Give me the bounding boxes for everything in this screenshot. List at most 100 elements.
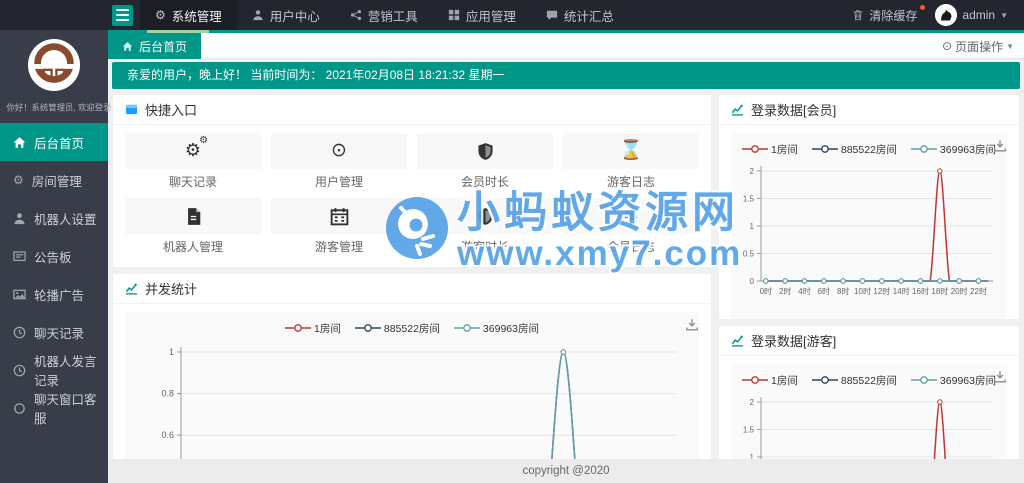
site-logo[interactable] [0,30,108,92]
topbar-right: 清除缓存 admin ▼ [852,4,1024,26]
shortcuts-grid: ⚙ ⚙ 聊天记录 ⊙ 用户管理 会员时长 ⌛ 游客日志 机器人管理 游客管理 游客时长 ❄ 会员日志 [125,133,699,263]
legend-item[interactable]: 369963房间 [910,373,996,388]
circle-icon [13,402,26,415]
legend-item[interactable]: 885522房间 [354,321,440,336]
card-title: 并发统计 [145,282,198,297]
svg-text:0.6: 0.6 [161,430,174,440]
shortcut-button[interactable]: ⚙ ⚙ [125,133,261,169]
topnav-item-5[interactable]: 统计汇总 [531,0,629,30]
topnav-item-4[interactable]: 应用管理 [433,0,531,30]
chart-legend: 1房间 885522房间 369963房间 [125,318,699,338]
guest-card-header: 登录数据[游客] [719,326,1019,356]
page-actions-dropdown[interactable]: ⊙ 页面操作 ▼ [942,33,1014,59]
image-icon [13,288,26,301]
tab-home[interactable]: 后台首页 [108,33,202,59]
sidebar-item-5[interactable]: 轮播广告 [0,275,108,313]
topnav-item-2[interactable]: 用户中心 [237,0,335,30]
member-login-chart: 1房间 885522房间 369963房间 0 0.5 1 1.5 2 0时 2时 4时 6时 8时 1… [731,133,1007,319]
member-card-header: 登录数据[会员] [719,95,1019,125]
legend-item[interactable]: 1房间 [285,321,341,336]
person-icon [252,9,264,21]
sidebar-item-1[interactable]: 后台首页 [0,123,108,161]
shortcut-button[interactable] [271,198,407,234]
share-icon [350,9,362,21]
svg-text:0.5: 0.5 [743,250,755,259]
shortcut-item-7: 游客时长 [417,198,553,263]
tab-label: 后台首页 [139,39,188,54]
home-icon [122,41,133,52]
legend-item[interactable]: 369963房间 [453,321,539,336]
chart-icon [125,283,138,295]
legend-item[interactable]: 369963房间 [910,142,996,157]
download-icon[interactable] [993,139,1007,153]
shortcut-item-5: 机器人管理 [125,198,261,263]
svg-text:0.8: 0.8 [161,389,174,399]
svg-text:4时: 4时 [798,286,810,296]
shortcut-button[interactable] [125,198,261,234]
tab-bar: 后台首页 ⊙ 页面操作 ▼ [108,33,1024,59]
shortcut-button[interactable] [417,198,553,234]
download-icon[interactable] [685,318,699,332]
download-icon[interactable] [993,370,1007,384]
shortcuts-card: 快捷入口 ⚙ ⚙ 聊天记录 ⊙ 用户管理 会员时长 ⌛ 游客日志 机器人管理 游客管理 游客时长 ❄ 会… [112,94,712,268]
svg-text:10时: 10时 [854,286,871,296]
file-icon [184,207,203,226]
chevron-down-icon: ▼ [1000,10,1008,20]
svg-text:18时: 18时 [931,286,948,296]
legend-item[interactable]: 885522房间 [811,142,897,157]
chart-legend: 1房间 885522房间 369963房间 [731,370,1007,390]
sidebar-item-2[interactable]: ⚙ 房间管理 [0,161,108,199]
clear-cache-label: 清除缓存 [869,8,918,23]
shortcut-button[interactable]: ⌛ [563,133,699,169]
top-navbar: ⚙ 系统管理 用户中心 营销工具 应用管理 统计汇总 清除缓存 admin ▼ [0,0,1024,30]
dot-circle-icon: ⊙ [942,39,953,53]
shortcut-button[interactable]: ❄ [563,198,699,234]
legend-item[interactable]: 1房间 [742,373,798,388]
shortcut-item-4: ⌛ 游客日志 [563,133,699,198]
svg-text:22时: 22时 [970,286,987,296]
notification-dot [920,4,926,10]
chart-icon [731,335,744,347]
svg-text:0时: 0时 [760,286,772,296]
chat-icon [546,9,558,21]
user-menu[interactable]: admin ▼ [935,4,1008,26]
topnav-item-3[interactable]: 营销工具 [335,0,433,30]
card-title: 快捷入口 [145,103,198,118]
shortcut-button[interactable] [417,133,553,169]
trash-icon [852,9,864,21]
svg-text:0: 0 [750,277,755,286]
clear-cache-button[interactable]: 清除缓存 [852,4,926,24]
svg-text:1: 1 [750,222,755,231]
concurrent-chart: 1房间885522房间369963房间 00.20.40.60.810时2时4时… [125,312,699,483]
sidebar-item-6[interactable]: 聊天记录 [0,313,108,351]
sidebar-item-3[interactable]: 机器人设置 [0,199,108,237]
sidebar-item-8[interactable]: 聊天窗口客服 [0,389,108,427]
shortcut-item-2: ⊙ 用户管理 [271,133,407,198]
svg-text:1: 1 [169,347,174,357]
menu-toggle-icon[interactable] [112,4,133,26]
topnav-item-1[interactable]: ⚙ 系统管理 [140,0,237,30]
app-icon [448,9,460,21]
avatar [935,4,958,26]
greeting-text: 你好！系统管理员, 欢迎登录 [6,103,112,114]
home-icon [13,136,26,149]
legend-item[interactable]: 885522房间 [811,373,897,388]
svg-text:14时: 14时 [893,286,910,296]
gear-icon: ⚙ [155,8,166,22]
shortcut-item-8: ❄ 会员日志 [563,198,699,263]
concurrent-card-header: 并发统计 [113,274,711,304]
card-title: 登录数据[会员] [751,103,837,118]
shield-icon [476,142,495,161]
chevron-down-icon: ▼ [1006,41,1014,51]
legend-item[interactable]: 1房间 [742,142,798,157]
sidebar-item-4[interactable]: 公告板 [0,237,108,275]
welcome-alert: 亲爱的用户，晚上好！ 当前时间为： 2021年02月08日 18:21:32 星… [112,62,1020,89]
sidebar-item-7[interactable]: 机器人发言记录 [0,351,108,389]
gear-icon: ⚙ [13,173,24,187]
shortcut-button[interactable]: ⊙ [271,133,407,169]
svg-text:2时: 2时 [779,286,791,296]
username: admin [962,8,996,22]
target-icon: ⊙ [331,140,347,161]
svg-text:1.5: 1.5 [743,195,755,204]
clock-icon [13,326,26,339]
